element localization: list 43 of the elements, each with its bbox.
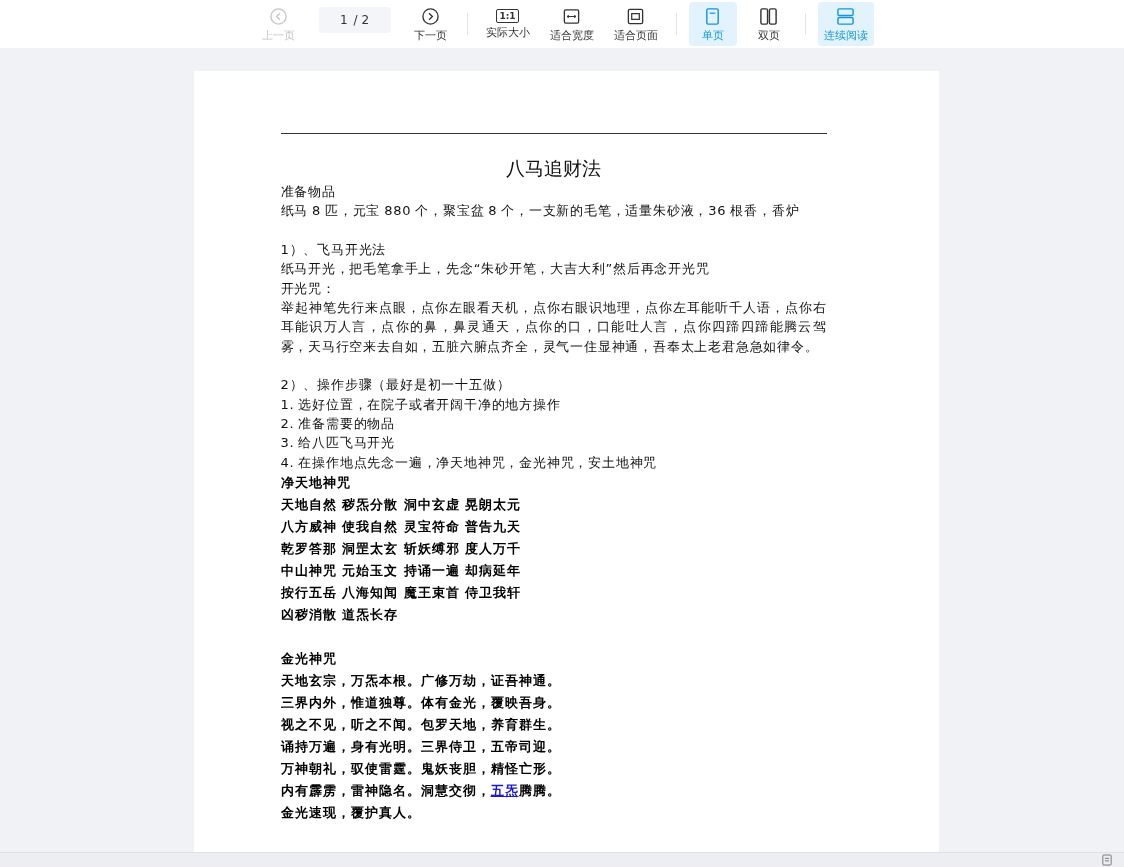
fitwidth-button[interactable]: 适合宽度: [543, 2, 600, 46]
fit-width-icon: [562, 6, 581, 26]
text-line: 2. 准备需要的物品: [280, 414, 397, 433]
text-line: 举起神笔先行来点眼，点你左眼看天机，点你右眼识地理，点你左耳能听千人语，点你右耳能识万人言，点你的鼻，鼻灵通天，点你的口，口能吐人言，点你四蹄四蹄能腾云驾雾，天马行空来去自如，五脏六腑点齐全，灵气一住显神通，吾奉太上老君急急如律令。: [280, 299, 827, 356]
text-line: 1. 选好位置，在院子或者开阔干净的地方操作: [280, 395, 562, 414]
fitpage-button[interactable]: 适合页面: [607, 2, 664, 46]
double-button[interactable]: 双页: [744, 2, 793, 46]
text-line: 纸马开光，把毛笔拿手上，先念“朱砂开笔，大吉大利”然后再念开光咒: [280, 260, 711, 279]
chevron-left-icon: [269, 6, 288, 26]
verse-line: 内有霹雳，雷神隐名。洞慧交彻，五炁腾腾。: [280, 781, 562, 800]
text-link[interactable]: 五炁: [490, 782, 519, 798]
two-pages-icon: [759, 6, 778, 26]
text-line: 2）、操作步骤（最好是初一十五做）: [280, 376, 512, 395]
verse-line: 三界内外，惟道独尊。体有金光，覆映吾身。: [280, 693, 562, 712]
verse-line: 净天地神咒: [280, 473, 352, 492]
document-icon: [1102, 854, 1112, 866]
text-line: 4. 在操作地点先念一遍，净天地神咒，金光神咒，安土地神咒: [280, 453, 659, 472]
verse-line: 万神朝礼，驭使雷霆。鬼妖丧胆，精怪亡形。: [280, 759, 562, 778]
text-line: 3. 给八匹飞马开光: [280, 434, 397, 453]
verse-line: 凶秽消散 道炁长存: [280, 605, 400, 624]
actual-size-icon: 1:1: [496, 9, 519, 23]
verse-line: 中山神咒 元始玉文 持诵一遍 却病延年: [280, 561, 523, 580]
verse-line: 乾罗答那 洞罡太玄 斩妖缚邪 度人万千: [280, 539, 523, 558]
next-button[interactable]: 下一页: [406, 2, 455, 46]
fit-page-icon: [626, 6, 645, 26]
text-line: 准备物品: [280, 183, 337, 201]
verse-line: 诵持万遍，身有光明。三界侍卫，五帝司迎。: [280, 737, 562, 756]
text-line: 纸马 8 匹，元宝 880 个，聚宝盆 8 个，一支新的毛笔，适量朱砂液，36 根香，香炉: [280, 202, 801, 221]
document-title: 八马追财法: [505, 156, 602, 181]
stacked-pages-icon: [836, 6, 855, 26]
verse-line: 八方威神 使我自然 灵宝符命 普告九天: [280, 517, 523, 536]
page-number-field[interactable]: 1 / 2: [318, 7, 391, 33]
verse-line: 天地玄宗，万炁本根。广修万劫，证吾神通。: [280, 671, 562, 690]
verse-line: 金光速现，覆护真人。: [280, 803, 422, 822]
verse-line: 天地自然 秽炁分散 洞中玄虚 晃朗太元: [280, 495, 523, 514]
verse-line: 金光神咒: [280, 649, 338, 668]
chevron-right-icon: [421, 6, 440, 26]
verse-line: 视之不见，听之不闻。包罗天地，养育群生。: [280, 715, 562, 734]
actual-button[interactable]: 1:1 实际大小: [479, 2, 536, 46]
verse-line: 按行五岳 八海知闻 魔王束首 侍卫我轩: [280, 583, 523, 602]
text-line: 开光咒：: [280, 279, 337, 298]
text-line: 1）、飞马开光法: [280, 241, 388, 260]
page-icon: [703, 6, 722, 26]
